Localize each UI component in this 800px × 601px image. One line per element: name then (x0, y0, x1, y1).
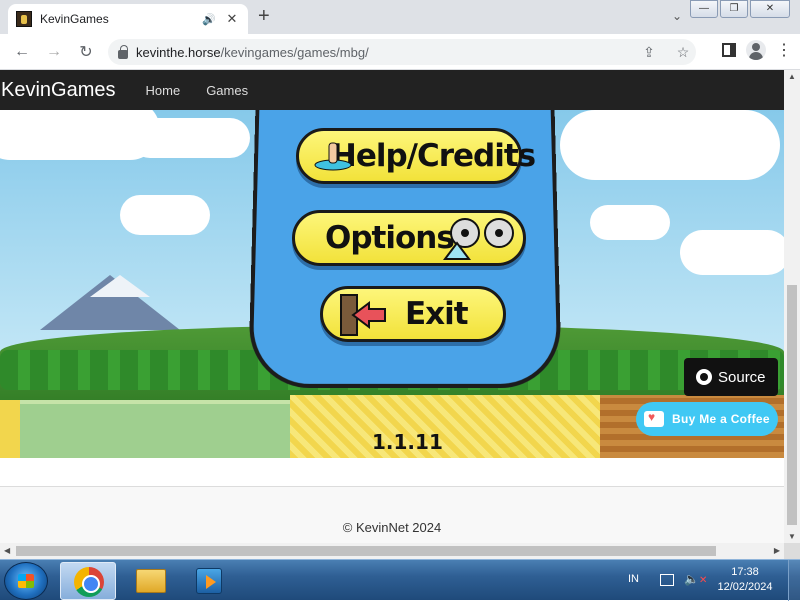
plus-icon[interactable]: + (258, 6, 270, 26)
browser-toolbar: ← → ↻ kevinthe.horse/kevingames/games/mb… (0, 34, 800, 70)
close-icon[interactable]: ✕ (224, 11, 240, 27)
start-button[interactable] (4, 562, 48, 600)
scroll-up-arrow-icon[interactable]: ▲ (788, 72, 796, 81)
options-button[interactable]: Options (292, 210, 526, 266)
browser-tab[interactable]: KevinGames 🔊 ✕ (8, 4, 248, 34)
url-domain: kevinthe.horse (136, 44, 221, 60)
source-button[interactable]: Source (684, 358, 778, 396)
window-controls: — ❐ ✕ (688, 0, 790, 18)
taskbar-media-player[interactable] (182, 562, 238, 600)
restore-button[interactable]: ❐ (720, 0, 748, 18)
site-navbar: KevinGames Home Games (0, 70, 800, 110)
drowning-hand-icon (313, 141, 353, 171)
chevron-down-icon[interactable]: ⌄ (672, 9, 682, 23)
github-icon (696, 369, 712, 385)
share-icon[interactable]: ⇪ (636, 44, 662, 61)
clock-time: 17:38 (731, 566, 759, 578)
field (20, 400, 320, 458)
cloud (590, 205, 670, 240)
game-version: 1.1.11 (372, 430, 443, 454)
source-label: Source (718, 368, 766, 386)
coffee-label: Buy Me a Coffee (672, 412, 770, 426)
copyright-text: © KevinNet 2024 (342, 520, 442, 535)
tab-title: KevinGames (40, 12, 109, 26)
cloud (130, 118, 250, 158)
url-path: /kevingames/games/mbg/ (220, 44, 369, 60)
url-text[interactable]: kevinthe.horse/kevingames/games/mbg/ (136, 45, 628, 60)
tab-strip: KevinGames 🔊 ✕ + ⌄ — ❐ ✕ (0, 0, 800, 34)
scroll-right-arrow-icon[interactable]: ▶ (774, 546, 780, 555)
system-clock[interactable]: 17:38 12/02/2024 (710, 565, 780, 595)
horizontal-scrollbar[interactable]: ◀ ▶ (0, 543, 784, 559)
film-reels-icon (435, 215, 521, 265)
field (290, 395, 650, 458)
network-icon[interactable] (660, 574, 674, 586)
scroll-down-arrow-icon[interactable]: ▼ (788, 532, 796, 541)
lock-icon[interactable] (118, 44, 128, 59)
taskbar-file-explorer[interactable] (122, 562, 178, 600)
favicon-icon (16, 11, 32, 27)
help-credits-label: Help/Credits (330, 138, 536, 174)
minimize-button[interactable]: — (690, 0, 718, 18)
bookmark-star-icon[interactable]: ☆ (670, 44, 696, 61)
scrollbar-corner (784, 543, 800, 559)
game-canvas[interactable]: Help/Credits Options Exit 1.1.11 Source … (0, 110, 784, 458)
mountain-snowcap (90, 275, 150, 297)
close-window-button[interactable]: ✕ (750, 0, 790, 18)
taskbar: IN 🔈✕ 17:38 12/02/2024 (0, 559, 800, 601)
show-desktop-button[interactable] (788, 560, 800, 601)
buy-me-a-coffee-button[interactable]: Buy Me a Coffee (636, 402, 778, 436)
horizontal-scroll-thumb[interactable] (16, 546, 716, 556)
vertical-scroll-thumb[interactable] (787, 285, 797, 525)
exit-label: Exit (405, 296, 469, 332)
vertical-scrollbar[interactable]: ▲ ▼ (784, 70, 800, 543)
scroll-left-arrow-icon[interactable]: ◀ (4, 546, 10, 555)
exit-button[interactable]: Exit (320, 286, 506, 342)
coffee-cup-icon (644, 410, 664, 427)
address-bar[interactable]: kevinthe.horse/kevingames/games/mbg/ ⇪ ☆ (108, 39, 696, 65)
volume-muted-icon[interactable]: 🔈✕ (684, 572, 707, 586)
speaker-icon[interactable]: 🔊 (202, 13, 216, 26)
cloud (120, 195, 210, 235)
cloud (680, 230, 784, 275)
brand-logo[interactable]: KevinGames (1, 79, 116, 102)
cloud (560, 110, 780, 180)
chrome-icon (74, 567, 104, 597)
forward-arrow-icon[interactable]: → (38, 43, 70, 61)
file-explorer-icon (136, 569, 166, 593)
exit-door-arrow-icon (337, 293, 389, 337)
side-panel-icon[interactable] (722, 43, 736, 57)
nav-link-games[interactable]: Games (206, 83, 248, 98)
back-arrow-icon[interactable]: ← (6, 43, 38, 61)
language-indicator[interactable]: IN (628, 573, 639, 585)
taskbar-chrome[interactable] (60, 562, 116, 600)
profile-icon[interactable] (746, 40, 766, 60)
nav-link-home[interactable]: Home (146, 83, 181, 98)
media-player-icon (196, 568, 222, 594)
help-credits-button[interactable]: Help/Credits (296, 128, 536, 184)
clock-date: 12/02/2024 (717, 581, 773, 593)
reload-icon[interactable]: ↻ (70, 42, 102, 62)
menu-icon[interactable]: ⋮ (776, 40, 792, 60)
